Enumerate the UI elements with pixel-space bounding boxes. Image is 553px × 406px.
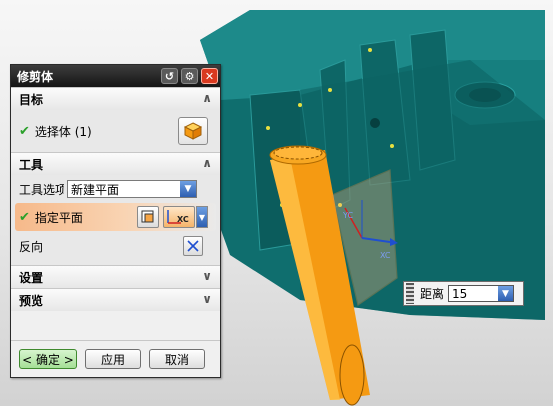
apply-button[interactable]: 应用 bbox=[85, 349, 141, 369]
select-body-row[interactable]: ✔ 选择体 (1) bbox=[11, 110, 220, 152]
section-tool-label: 工具 bbox=[19, 157, 44, 172]
section-preview-header[interactable]: 预览 ∨ bbox=[11, 288, 220, 311]
cube-icon bbox=[183, 122, 203, 140]
tool-option-value: 新建平面 bbox=[71, 182, 120, 197]
distance-onscreen-input: 距离 15 ▼ bbox=[403, 281, 524, 306]
check-icon: ✔ bbox=[19, 209, 30, 225]
select-body-button[interactable] bbox=[178, 117, 208, 145]
distance-field[interactable]: 15 ▼ bbox=[448, 285, 515, 302]
tool-option-label: 工具选项 bbox=[19, 182, 64, 197]
tool-option-row: 工具选项 新建平面 ▼ bbox=[11, 175, 220, 203]
inferred-plane-button[interactable]: XC bbox=[163, 206, 195, 228]
trim-body-dialog: 修剪体 ↺ ⚙ ✕ 目标 ∧ ✔ 选择体 (1) 工具 ∧ 工具选项 新建平面 … bbox=[10, 64, 221, 378]
distance-label: 距离 bbox=[420, 287, 445, 301]
chevron-down-icon[interactable]: ∨ bbox=[202, 292, 212, 306]
xc-plane-icon: XC bbox=[167, 210, 189, 224]
plane-dialog-icon bbox=[141, 210, 154, 223]
chevron-up-icon[interactable]: ∧ bbox=[202, 156, 212, 170]
dialog-footer: < 确定 > 应用 取消 bbox=[11, 340, 220, 377]
tool-option-select[interactable]: 新建平面 ▼ bbox=[67, 180, 197, 198]
svg-text:XC: XC bbox=[177, 215, 189, 224]
reverse-label: 反向 bbox=[19, 239, 44, 254]
graphics-viewport[interactable]: YC XC 修剪体 ↺ ⚙ ✕ 目标 ∧ ✔ 选择体 (1) 工具 ∧ 工具选项… bbox=[0, 0, 553, 406]
dialog-title: 修剪体 bbox=[17, 69, 54, 84]
section-target-header[interactable]: 目标 ∧ bbox=[11, 87, 220, 110]
reverse-arrows-icon bbox=[187, 240, 199, 252]
specify-plane-label: 指定平面 bbox=[34, 210, 83, 225]
dialog-titlebar[interactable]: 修剪体 ↺ ⚙ ✕ bbox=[11, 65, 220, 87]
cancel-button[interactable]: 取消 bbox=[149, 349, 205, 369]
plane-type-dropdown-icon[interactable]: ▼ bbox=[196, 206, 208, 228]
reset-icon[interactable]: ↺ bbox=[161, 68, 178, 84]
reverse-direction-button[interactable] bbox=[183, 236, 203, 256]
section-tool-body: 工具选项 新建平面 ▼ ✔ 指定平面 XC ▼ 反向 bbox=[11, 175, 220, 265]
distance-value[interactable]: 15 bbox=[452, 287, 467, 301]
dropdown-arrow-icon[interactable]: ▼ bbox=[498, 286, 514, 301]
axis-label-yc: YC bbox=[342, 211, 353, 220]
section-settings-header[interactable]: 设置 ∨ bbox=[11, 265, 220, 288]
check-icon: ✔ bbox=[19, 123, 30, 139]
drag-handle[interactable] bbox=[406, 283, 414, 304]
gear-icon[interactable]: ⚙ bbox=[181, 68, 198, 84]
reverse-row: 反向 bbox=[11, 231, 220, 261]
axis-label-xc: XC bbox=[380, 251, 391, 260]
close-icon[interactable]: ✕ bbox=[201, 68, 218, 84]
section-target-label: 目标 bbox=[19, 92, 44, 107]
dropdown-arrow-icon[interactable]: ▼ bbox=[180, 181, 196, 197]
plane-dialog-button[interactable] bbox=[137, 206, 159, 228]
section-preview-label: 预览 bbox=[19, 293, 44, 308]
chevron-down-icon[interactable]: ∨ bbox=[202, 269, 212, 283]
section-settings-label: 设置 bbox=[19, 270, 44, 285]
select-body-label: 选择体 (1) bbox=[34, 124, 92, 139]
specify-plane-row[interactable]: ✔ 指定平面 XC ▼ bbox=[15, 203, 216, 231]
section-target-body: ✔ 选择体 (1) bbox=[11, 110, 220, 152]
section-tool-header[interactable]: 工具 ∧ bbox=[11, 152, 220, 175]
chevron-up-icon[interactable]: ∧ bbox=[202, 91, 212, 105]
ok-button[interactable]: < 确定 > bbox=[19, 349, 77, 369]
